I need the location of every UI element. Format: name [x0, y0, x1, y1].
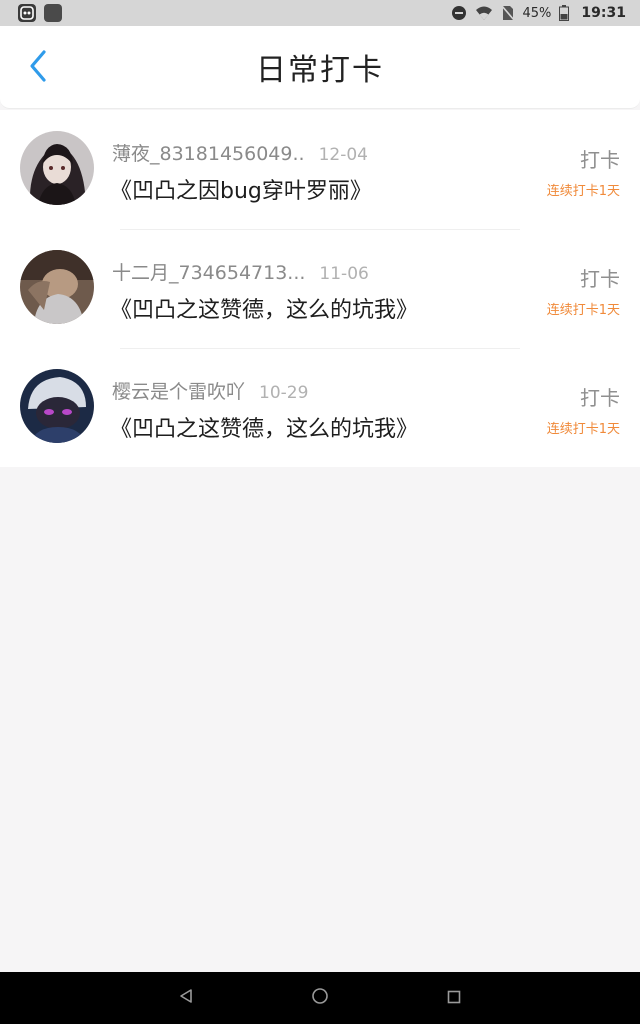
do-not-disturb-icon [451, 5, 467, 21]
username[interactable]: 樱云是个雷吹吖 [112, 377, 245, 404]
list-item[interactable]: 樱云是个雷吹吖 10-29 《凹凸之这赞德，这么的坑我》 打卡 连续打卡1天 [0, 348, 640, 467]
page-title: 日常打卡 [256, 53, 384, 88]
avatar[interactable] [20, 131, 94, 205]
meta-line: 樱云是个雷吹吖 10-29 [112, 377, 308, 404]
nav-home-button[interactable] [308, 986, 332, 1010]
triangle-back-icon [178, 988, 194, 1008]
nav-back-button[interactable] [174, 986, 198, 1010]
username[interactable]: 十二月_734654713... [112, 258, 305, 285]
nav-recents-button[interactable] [442, 986, 466, 1010]
book-title[interactable]: 《凹凸之这赞德，这么的坑我》 [110, 411, 418, 443]
chevron-left-icon [28, 49, 48, 87]
checkin-button[interactable]: 打卡 [580, 382, 620, 411]
app-icon [18, 4, 36, 22]
avatar[interactable] [20, 250, 94, 324]
book-title[interactable]: 《凹凸之因bug穿叶罗丽》 [110, 173, 372, 205]
no-sim-icon [500, 5, 515, 21]
username[interactable]: 薄夜_83181456049.. [112, 139, 305, 166]
clock: 19:31 [581, 5, 626, 21]
status-bar: 45% 19:31 [0, 0, 640, 26]
meta-line: 薄夜_83181456049.. 12-04 [112, 139, 368, 166]
square-recents-icon [447, 989, 461, 1008]
date: 10-29 [259, 383, 309, 403]
streak-label: 连续打卡1天 [546, 303, 620, 318]
wifi-icon [475, 5, 493, 21]
battery-percent: 45% [522, 5, 552, 21]
avatar[interactable] [20, 369, 94, 443]
checkin-button[interactable]: 打卡 [580, 144, 620, 173]
list-item[interactable]: 薄夜_83181456049.. 12-04 《凹凸之因bug穿叶罗丽》 打卡 … [0, 110, 640, 229]
battery-icon [559, 5, 570, 21]
list-item[interactable]: 十二月_734654713... 11-06 《凹凸之这赞德，这么的坑我》 打卡… [0, 229, 640, 348]
square-app-icon [44, 4, 62, 22]
date: 12-04 [318, 145, 368, 165]
streak-label: 连续打卡1天 [546, 184, 620, 199]
book-title[interactable]: 《凹凸之这赞德，这么的坑我》 [110, 292, 418, 324]
back-button[interactable] [20, 50, 56, 86]
checkin-button[interactable]: 打卡 [580, 263, 620, 292]
meta-line: 十二月_734654713... 11-06 [112, 258, 369, 285]
checkin-list: 薄夜_83181456049.. 12-04 《凹凸之因bug穿叶罗丽》 打卡 … [0, 110, 640, 467]
date: 11-06 [319, 264, 369, 284]
streak-label: 连续打卡1天 [546, 422, 620, 437]
header: 日常打卡 [0, 26, 640, 109]
circle-home-icon [311, 987, 329, 1009]
navigation-bar [0, 972, 640, 1024]
